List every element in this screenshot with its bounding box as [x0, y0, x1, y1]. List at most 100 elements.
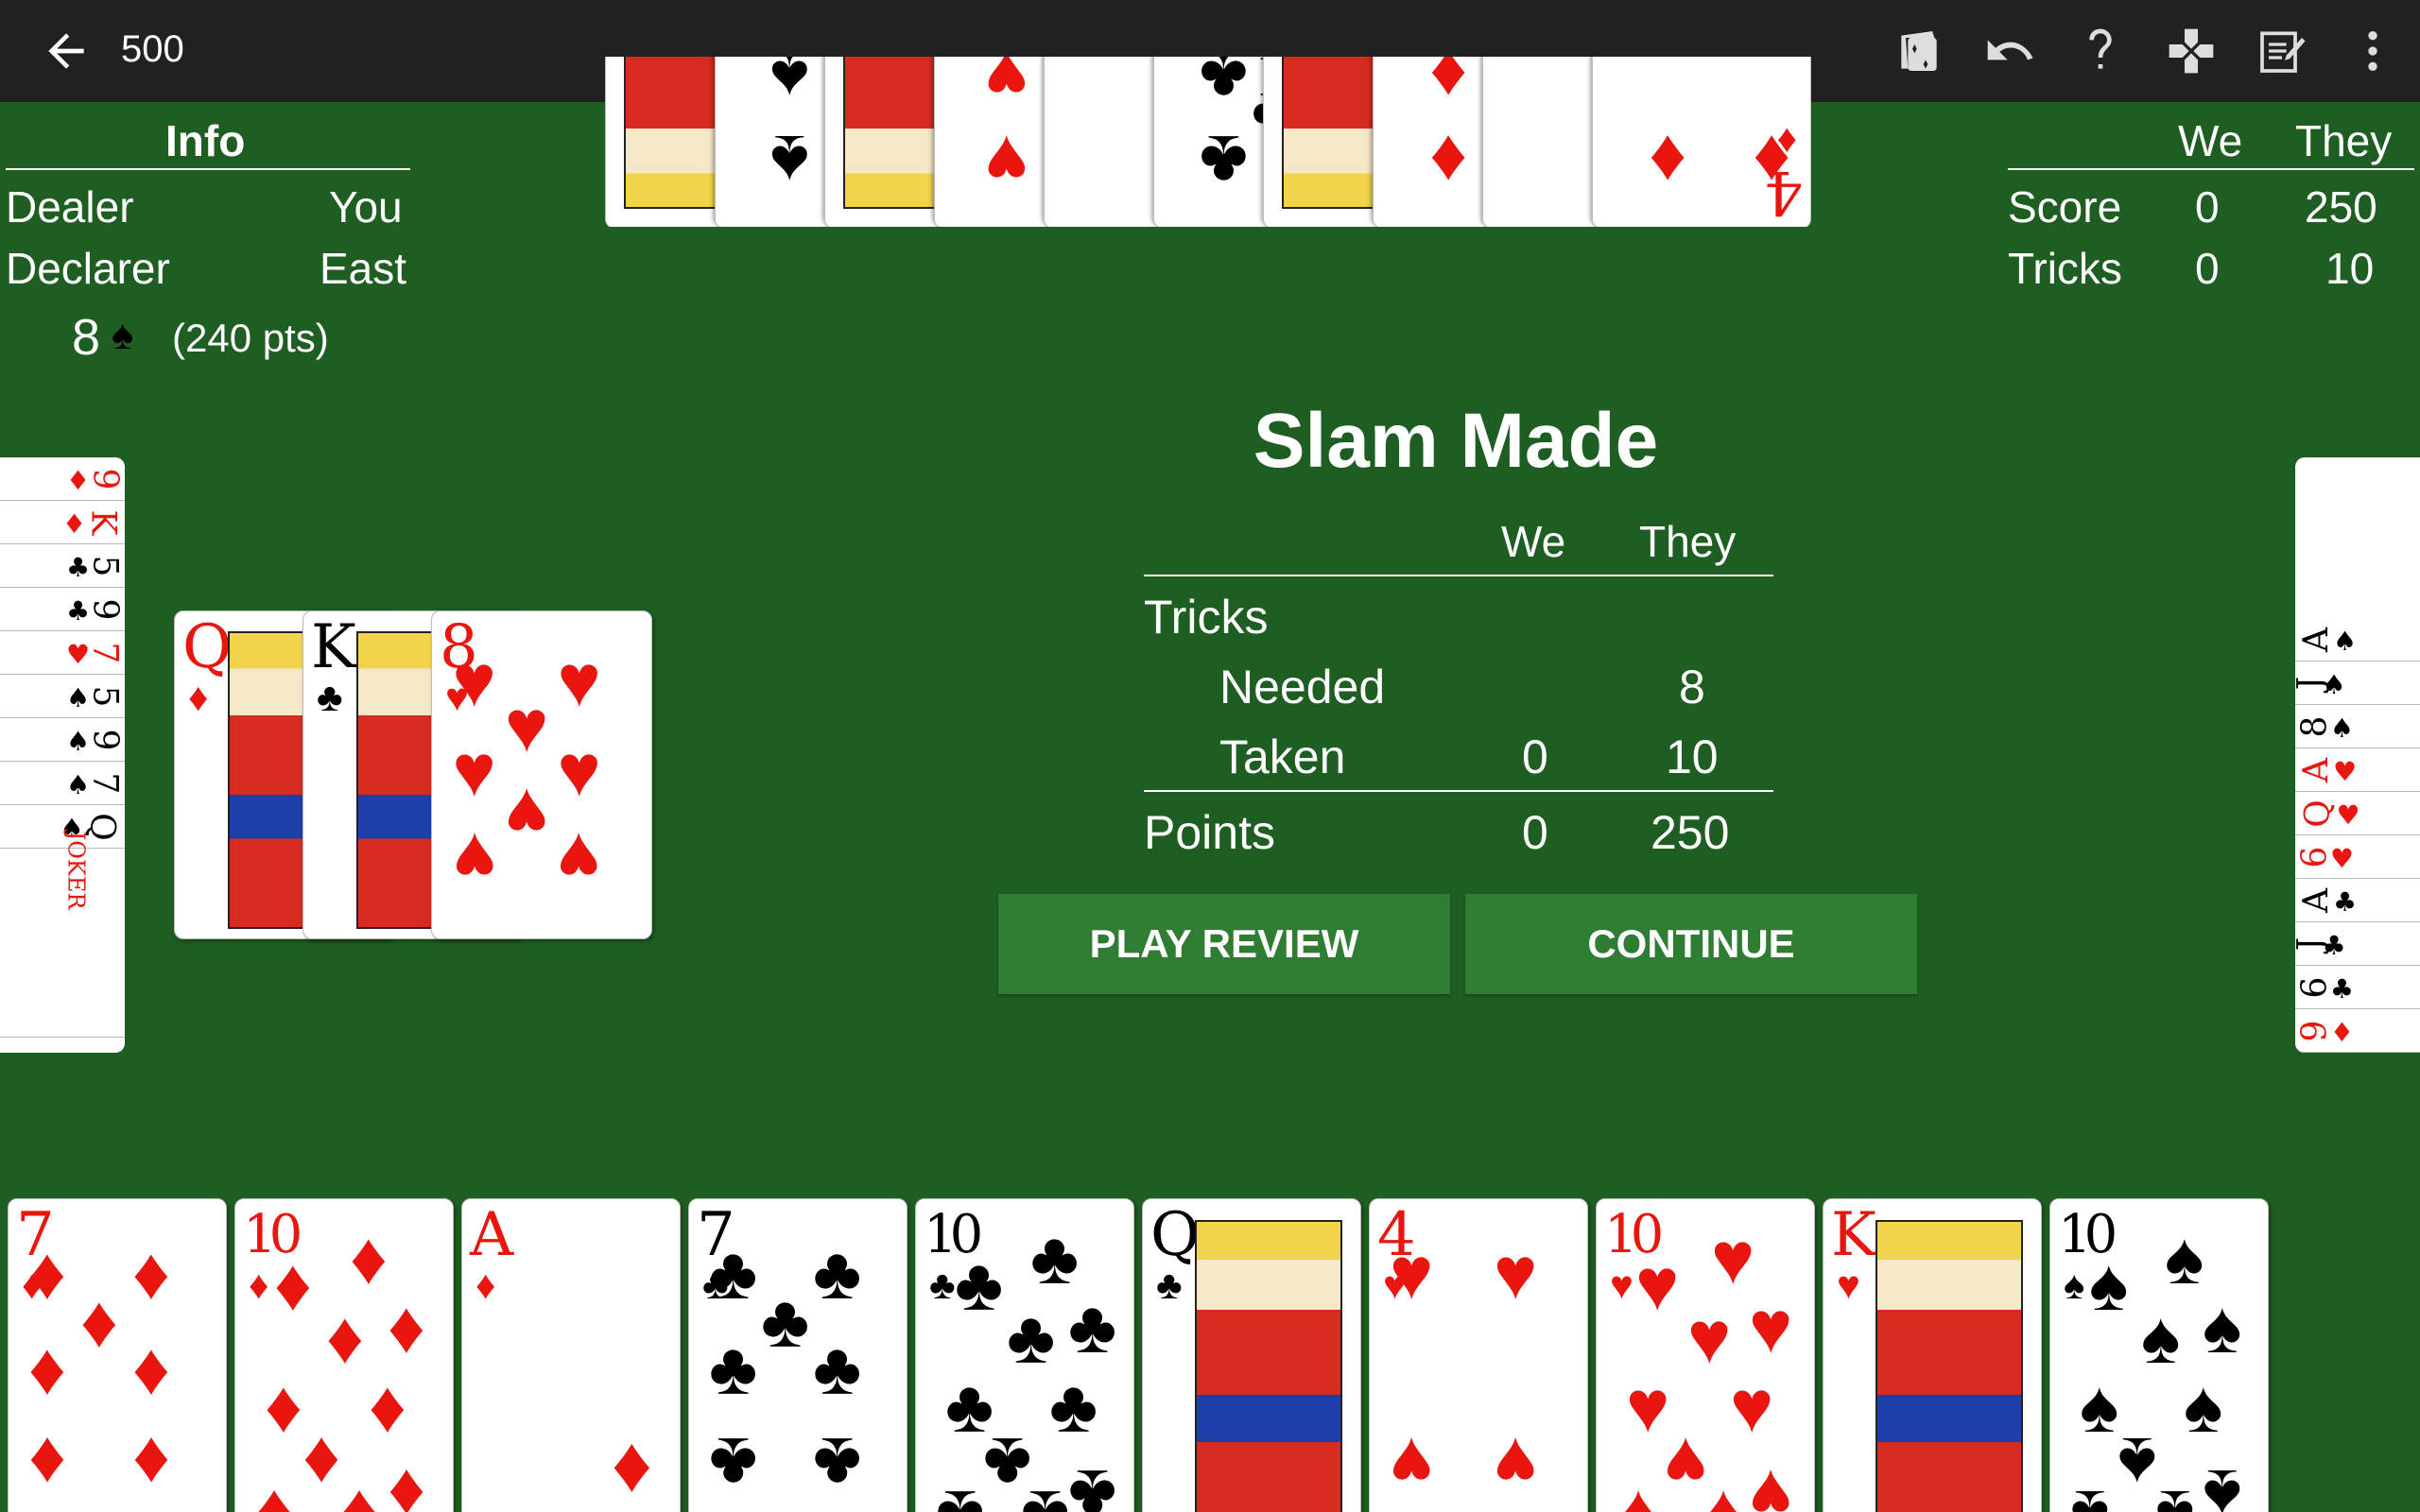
- play-review-button[interactable]: PLAY REVIEW: [998, 894, 1450, 994]
- needed-they: 8: [1679, 661, 1705, 713]
- card-pip: ♣: [1199, 120, 1248, 203]
- card-pip: ♥: [1635, 1242, 1680, 1326]
- points-label: Points: [1144, 806, 1275, 859]
- card-4-hearts[interactable]: 4 ♥ ♥ ♥ ♥ ♥: [1369, 1198, 1588, 1512]
- card-rank: K: [311, 612, 356, 682]
- card-8-spades: 8♠: [2295, 705, 2420, 748]
- card-pip: ♣: [709, 1231, 758, 1315]
- gamepad-icon[interactable]: [2165, 25, 2218, 77]
- card-k-hearts[interactable]: K ♥: [1823, 1198, 2042, 1512]
- card-pip: ♥: [1749, 1453, 1793, 1512]
- result-header-divider: [1144, 575, 1773, 576]
- card-pip: ♥: [505, 772, 549, 856]
- card-pip: ♥: [557, 817, 601, 902]
- card-pip: ♣: [1068, 1284, 1117, 1368]
- card-a-hearts: A♥: [2295, 748, 2420, 792]
- card-pip: ♦: [340, 1475, 378, 1512]
- taken-label: Taken: [1219, 730, 1346, 783]
- app-title: 500: [121, 28, 184, 70]
- card-10-clubs[interactable]: 10♣♣♣♣♣♣♣♣♣♣♣: [915, 1198, 1134, 1512]
- bid-points: (240 pts): [172, 316, 329, 360]
- card-rank: K: [83, 509, 123, 536]
- card-pip: ♥: [1494, 1231, 1538, 1315]
- card-rank: Q: [182, 612, 233, 682]
- result-tricks-label: Tricks: [1144, 591, 1269, 644]
- points-they: 250: [1651, 806, 1730, 859]
- card-pip: ♦: [1429, 120, 1467, 203]
- cards-icon[interactable]: [1893, 25, 1945, 77]
- card-pip: ♣: [709, 1422, 758, 1506]
- card-pip: ♠: [2080, 1364, 2119, 1448]
- bid-number: 8: [72, 309, 101, 366]
- card-pip: ♦: [80, 1279, 118, 1363]
- card-a-diamonds[interactable]: A ♦ ♦: [461, 1198, 681, 1512]
- card-rank: 7: [85, 642, 125, 664]
- north-hand: K♠6♠♠♠♠♠♠♠J♥6♥♥♥♥♥♥♥5♥8♣♣♣♣♣♣♣♣♣J♦8♦♦♦♦♦…: [605, 57, 1817, 227]
- card-pip: ♣: [1021, 1475, 1069, 1512]
- help-icon[interactable]: [2074, 25, 2127, 77]
- card-pip: ♠: [2155, 1475, 2194, 1512]
- card-rank: J: [2295, 676, 2331, 691]
- card-7-clubs[interactable]: 7 ♣ ♣ ♣ ♣ ♣ ♣ ♣ ♣: [688, 1198, 908, 1512]
- card-rank: 9: [85, 729, 125, 751]
- card-rank: 7: [85, 772, 125, 795]
- card-rank: A: [2297, 888, 2336, 913]
- card-suit-icon: ♥: [1837, 1263, 1860, 1307]
- card-rank: 9: [2295, 1020, 2335, 1042]
- court-figure: [1876, 1220, 2023, 1512]
- card-9-clubs: ♣9: [0, 588, 125, 631]
- tricks-we: 0: [2195, 244, 2220, 293]
- card-rank: J: [2295, 936, 2331, 952]
- undo-icon[interactable]: [1983, 25, 2036, 77]
- tricks-label: Tricks: [2008, 244, 2122, 293]
- continue-button[interactable]: CONTINUE: [1465, 894, 1917, 994]
- card-10-diamonds[interactable]: 10♦♦♦♦♦♦♦♦♦♦♦: [234, 1198, 454, 1512]
- card-pip: ♦: [28, 1327, 66, 1411]
- card-pip: ♠: [2203, 1284, 2242, 1368]
- needed-label: Needed: [1219, 661, 1386, 713]
- card-pip: ♦: [1429, 57, 1467, 118]
- card-pip: ♣: [813, 1327, 862, 1411]
- card-rank: 9: [85, 468, 125, 490]
- card-pip: ♥: [557, 728, 601, 812]
- card-10-spades[interactable]: 10♠♠♠♠♠♠♠♠♠♠♠: [2049, 1198, 2269, 1512]
- card-pip: ♠: [2203, 1453, 2242, 1512]
- card-pip: ♦: [132, 1231, 170, 1315]
- card-pip: ♦: [612, 1419, 652, 1509]
- card-pip: ♦: [255, 1475, 293, 1512]
- notepad-icon[interactable]: [2256, 25, 2308, 77]
- card-suit-icon: ♣: [1156, 1263, 1183, 1307]
- card-suit-icon: ♣: [929, 1263, 956, 1307]
- card-pip: ♠: [769, 120, 809, 203]
- score-they: 250: [2305, 182, 2377, 232]
- card-10-hearts[interactable]: 10♥♥♥♥♥♥♥♥♥♥♥: [1596, 1198, 1815, 1512]
- card-5-spades: ♠5: [0, 675, 125, 718]
- card-j-spades: J♠: [2295, 662, 2420, 705]
- more-vert-icon[interactable]: [2346, 25, 2399, 77]
- card-q-clubs[interactable]: Q ♣: [1142, 1198, 1361, 1512]
- card-9-diamonds: ♦9: [0, 457, 125, 501]
- card-7-diamonds[interactable]: 7 ♦ ♦ ♦ ♦ ♦ ♦ ♦ ♦: [8, 1198, 227, 1512]
- card-pip: ♣: [1068, 1453, 1117, 1512]
- score-col-we: We: [2178, 116, 2243, 165]
- card-pip: ♦: [1649, 120, 1686, 203]
- info-heading: Info: [165, 116, 246, 165]
- back-arrow-icon[interactable]: [40, 25, 93, 77]
- card-pip: ♣: [709, 1327, 758, 1411]
- card-pip: ♦: [388, 1453, 425, 1512]
- west-hand: ♦9 ♦K ♣5 ♣9 ♥7 ♠5 ♠9 ♠7 ♠Q JOKER: [0, 457, 125, 1053]
- card-pip: ♥: [1616, 1475, 1660, 1512]
- card-pip: ♥: [452, 817, 496, 902]
- card-pip: ♦: [1753, 120, 1790, 203]
- card-pip: ♣: [955, 1242, 1004, 1326]
- card-pip: ♣: [813, 1422, 862, 1506]
- card-8-hearts: 8 ♥ ♥ ♥ ♥ ♥ ♥ ♥ ♥ ♥: [431, 610, 652, 939]
- card-pip: ♦: [350, 1215, 388, 1299]
- card-pip: ♥: [1494, 1422, 1538, 1506]
- card-pip: ♠: [2141, 1295, 2181, 1379]
- card-pip: ♥: [1390, 1231, 1434, 1315]
- declarer-label: Declarer: [6, 244, 170, 293]
- card-6-clubs: 6♣: [2295, 966, 2420, 1009]
- card-suit-icon: ♦: [475, 1263, 496, 1307]
- card-suit-icon: ♥: [1610, 1263, 1634, 1307]
